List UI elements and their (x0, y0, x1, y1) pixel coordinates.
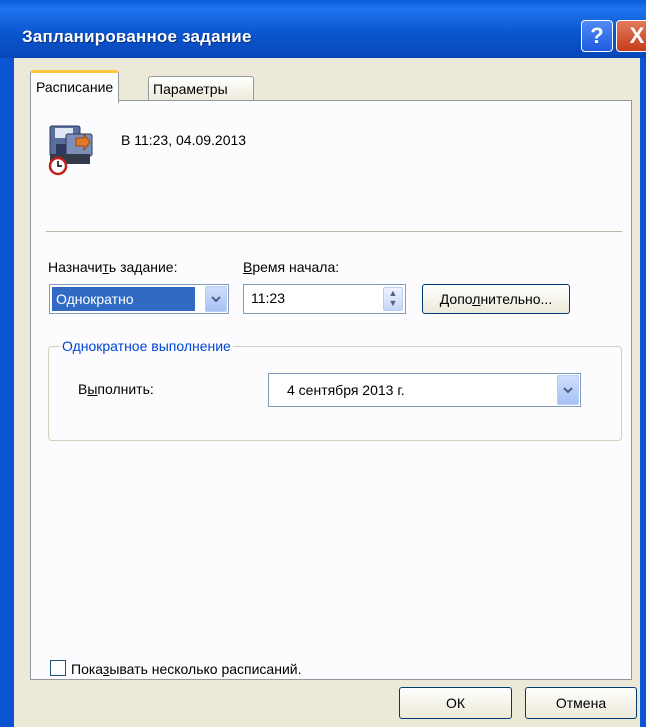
tab-schedule[interactable]: Расписание (30, 70, 120, 103)
schedule-type-label: Назначить задание: (48, 259, 178, 275)
schedule-summary: В 11:23, 04.09.2013 (121, 132, 247, 148)
ok-button[interactable]: ОК (399, 687, 512, 719)
chevron-down-icon[interactable] (205, 286, 227, 312)
scheduled-task-dialog: Запланированное задание ? X Расписание П… (0, 0, 646, 727)
run-label: Выполнить: (78, 381, 154, 397)
once-run-group-title: Однократное выполнение (60, 338, 233, 354)
tab-settings[interactable]: Параметры (148, 76, 254, 102)
spinner-arrows-icon[interactable]: ▲ ▼ (383, 287, 403, 311)
window-frame-right (640, 58, 646, 727)
run-date-value: 4 сентября 2013 г. (287, 382, 405, 398)
window-frame-left (0, 58, 14, 727)
divider (46, 231, 622, 232)
scheduled-task-icon (48, 125, 93, 176)
chevron-down-icon[interactable] (557, 375, 579, 405)
start-time-label: Время начала: (243, 259, 340, 275)
start-time-value: 11:23 (251, 290, 285, 306)
schedule-type-value: Однократно (52, 287, 195, 311)
run-date-select[interactable]: 4 сентября 2013 г. (268, 373, 581, 407)
window-title: Запланированное задание (22, 27, 252, 46)
schedule-type-select[interactable]: Однократно (49, 284, 229, 314)
multiple-schedules-checkbox[interactable] (50, 660, 66, 676)
close-button[interactable]: X (616, 20, 646, 52)
advanced-button[interactable]: Дополнительно... (422, 284, 570, 314)
multiple-schedules-label[interactable]: Показывать несколько расписаний. (71, 661, 301, 677)
cancel-button[interactable]: Отмена (525, 687, 637, 719)
title-bar[interactable]: Запланированное задание ? X (0, 0, 646, 58)
help-button[interactable]: ? (581, 20, 613, 52)
start-time-input[interactable]: 11:23 ▲ ▼ (243, 284, 406, 314)
